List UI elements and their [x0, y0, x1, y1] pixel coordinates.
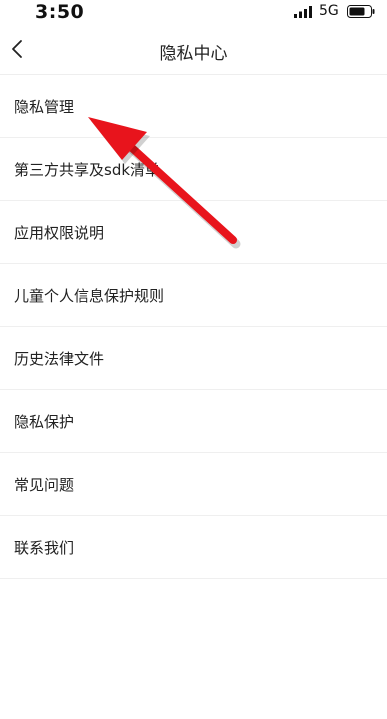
menu-item-label: 应用权限说明 — [14, 224, 105, 242]
network-label: 5G — [319, 3, 339, 19]
menu-item-children-privacy-rules[interactable]: 儿童个人信息保护规则 — [0, 264, 387, 327]
menu-item-label: 第三方共享及sdk清单 — [14, 161, 161, 179]
signal-bars-icon — [294, 6, 312, 18]
menu-item-privacy-management[interactable]: 隐私管理 — [0, 75, 387, 138]
screen: 3:50 5G 隐私中心 隐私管理 第三方共享及sdk清单 应用权限说明 儿童个… — [0, 0, 387, 719]
menu-item-label: 儿童个人信息保护规则 — [14, 287, 165, 305]
menu-item-legal-history[interactable]: 历史法律文件 — [0, 327, 387, 390]
menu-item-label: 隐私保护 — [14, 413, 75, 431]
menu-item-app-permissions[interactable]: 应用权限说明 — [0, 201, 387, 264]
nav-bar: 隐私中心 — [0, 24, 387, 75]
menu-item-label: 隐私管理 — [14, 98, 75, 116]
privacy-menu-list: 隐私管理 第三方共享及sdk清单 应用权限说明 儿童个人信息保护规则 历史法律文… — [0, 75, 387, 579]
page-title: 隐私中心 — [159, 44, 228, 64]
battery-icon — [347, 5, 375, 18]
menu-item-faq[interactable]: 常见问题 — [0, 453, 387, 516]
menu-item-label: 联系我们 — [14, 539, 75, 557]
menu-item-contact-us[interactable]: 联系我们 — [0, 516, 387, 579]
menu-item-label: 历史法律文件 — [14, 350, 105, 368]
menu-item-third-party-sdk-list[interactable]: 第三方共享及sdk清单 — [0, 138, 387, 201]
menu-item-label: 常见问题 — [14, 476, 75, 494]
status-time: 3:50 — [35, 1, 85, 23]
status-bar: 3:50 5G — [0, 0, 387, 24]
menu-item-privacy-protection[interactable]: 隐私保护 — [0, 390, 387, 453]
